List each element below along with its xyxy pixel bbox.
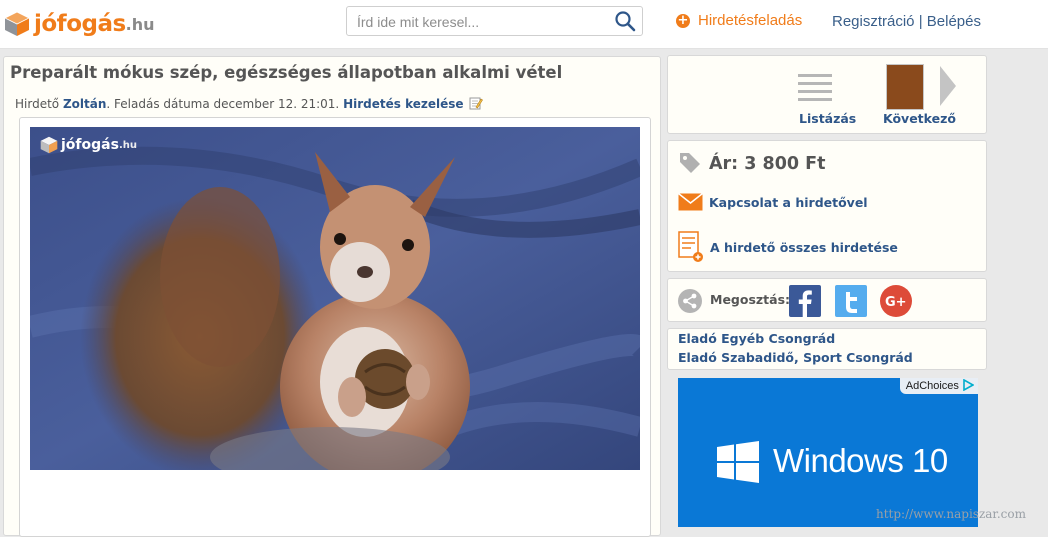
auth-separator: | [918,13,923,30]
price-box: Ár: 3 800 Ft Kapcsolat a hirdetővel A hi… [667,140,987,272]
image-frame: jófogás .hu [19,117,651,537]
posted-date: . Feladás dátuma december 12. 21:01. [106,97,340,111]
listing-nav-box: Listázás Következő [667,55,987,134]
plus-icon: + [676,12,690,28]
facebook-icon[interactable] [789,285,821,317]
logo-suffix: .hu [125,14,155,34]
manage-listing-link[interactable]: Hirdetés kezelése [343,97,463,111]
contact-advertiser-link[interactable]: Kapcsolat a hirdetővel [678,193,868,211]
register-link[interactable]: Regisztráció [832,13,915,30]
photo-watermark-text: jófogás [61,137,119,153]
adchoices-icon [963,378,975,392]
all-ads-link[interactable]: A hirdető összes hirdetése [678,231,898,263]
post-ad-link[interactable]: + Hirdetésfeladás [676,12,802,29]
price-tag-icon [680,153,700,173]
listing-photo[interactable]: jófogás .hu [30,127,640,470]
top-header: jófogás.hu + Hirdetésfeladás Regisztráci… [0,0,1048,49]
envelope-icon [678,193,703,211]
login-link[interactable]: Belépés [927,13,981,30]
search-icon[interactable] [614,10,636,32]
category-links-box: Eladó Egyéb Csongrád Eladó Szabadidő, Sp… [667,328,987,370]
category-link[interactable]: Eladó Egyéb Csongrád [678,331,835,346]
listing-panel: Preparált mókus szép, egészséges állapot… [3,56,661,537]
all-ads-label: A hirdető összes hirdetése [710,239,898,255]
listing-meta: Hirdető Zoltán. Feladás dátuma december … [15,96,484,111]
google-plus-icon[interactable]: G+ [880,285,912,317]
squirrel-photo-image [30,127,640,470]
twitter-icon[interactable] [835,285,867,317]
photo-watermark-suffix: .hu [118,139,137,151]
advertisement-banner[interactable]: AdChoices Windows 10 [678,378,978,527]
next-listing-thumbnail[interactable] [886,64,924,110]
svg-text:G+: G+ [885,295,907,310]
list-icon[interactable] [794,71,834,103]
site-watermark: http://www.napiszar.com [876,507,1026,521]
search-input[interactable] [355,10,609,34]
watermark-logo-icon [40,136,58,154]
next-arrow-icon[interactable] [938,66,956,106]
share-box: Megosztás: G+ [667,278,987,322]
site-logo[interactable]: jófogás .hu [4,8,155,40]
adchoices-label: AdChoices [905,380,959,392]
listing-title: Preparált mókus szép, egészséges állapot… [10,63,563,82]
share-icon [678,289,702,313]
photo-watermark: jófogás .hu [40,136,137,154]
auth-links: Regisztráció | Belépés [832,13,981,30]
list-link[interactable]: Listázás [799,111,856,126]
share-label: Megosztás: [710,292,791,307]
adchoices-button[interactable]: AdChoices [899,378,978,394]
logo-text: jófogás [34,11,126,37]
category-link[interactable]: Eladó Szabadidő, Sport Csongrád [678,350,913,365]
advertiser-name[interactable]: Zoltán [63,97,106,111]
advertiser-prefix: Hirdető [15,97,60,111]
document-icon [678,231,703,262]
edit-icon[interactable] [469,96,484,110]
windows-logo-icon [717,441,759,483]
next-link[interactable]: Következő [883,111,956,126]
logo-box-icon [4,11,30,36]
contact-advertiser-label: Kapcsolat a hirdetővel [709,194,868,210]
search-box [346,6,643,36]
post-ad-label: Hirdetésfeladás [698,12,803,29]
ad-product-name: Windows 10 [773,442,948,479]
price: Ár: 3 800 Ft [709,154,826,174]
